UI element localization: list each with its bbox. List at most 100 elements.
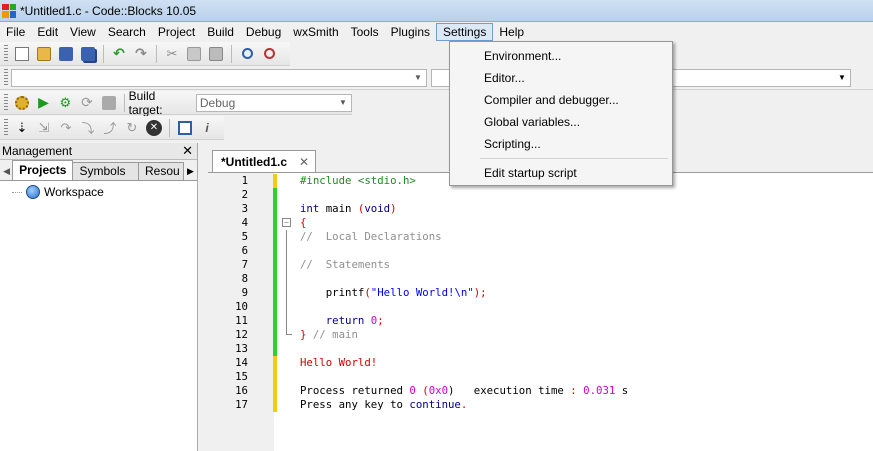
toolbar-separator [103,44,104,63]
menu-tools[interactable]: Tools [345,23,385,41]
build-target-label: Build target: [128,88,163,117]
fold-collapse-icon[interactable]: − [282,218,291,227]
next-line-icon: ↷ [60,119,72,135]
step-out-button[interactable]: ⤴ [99,118,121,138]
operator: . [460,398,468,411]
find-button[interactable] [236,44,258,64]
tree-connector [12,191,22,193]
debug-continue-button[interactable]: ⇣ [11,118,33,138]
tab-resources[interactable]: Resou [137,162,184,180]
copy-button[interactable] [183,44,205,64]
operator: ( [415,384,429,397]
menu-item-compiler-and-debugger[interactable]: Compiler and debugger... [452,89,670,111]
new-file-button[interactable] [11,44,33,64]
debug-info-button[interactable]: i [196,118,218,138]
change-marker [273,188,277,202]
step-into-icon: ⤵ [81,121,95,136]
toolbar-separator [123,93,125,112]
menu-search[interactable]: Search [102,23,152,41]
code-editor[interactable]: 1 #include <stdio.h> 2 3 int main (void) 4… [208,172,873,451]
run-button[interactable]: ▶ [33,93,55,113]
code-line: 8 [208,272,628,286]
tab-scroll-right-icon[interactable]: ▶ [184,162,197,180]
next-line-button[interactable]: ↷ [55,118,77,138]
step-into-button[interactable]: ⤵ [77,118,99,138]
code-completion-toolbar: ▼ ▼ [0,66,873,90]
fold-line [286,244,287,258]
toolbar-grip[interactable] [4,118,8,137]
change-marker [273,398,277,412]
menu-settings[interactable]: Settings [436,23,494,41]
workspace-label: Workspace [44,185,104,199]
stop-icon [101,95,116,110]
save-button[interactable] [55,44,77,64]
menu-bar: File Edit View Search Project Build Debu… [0,22,873,42]
code-line: 13 [208,342,628,356]
close-tab-icon[interactable]: ✕ [299,155,309,169]
code-lines: 1 #include <stdio.h> 2 3 int main (void) 4… [208,174,628,412]
fold-margin[interactable]: − [280,216,292,230]
menu-view[interactable]: View [64,23,102,41]
code-line: 3 int main (void) [208,202,628,216]
gear-icon [14,95,29,110]
tree-workspace[interactable]: Workspace [0,181,197,199]
close-icon[interactable]: ✕ [182,143,193,159]
keyword: continue [409,398,461,411]
menu-plugins[interactable]: Plugins [385,23,436,41]
open-file-button[interactable] [33,44,55,64]
toolbar-grip[interactable] [4,68,8,87]
build-run-icon: ⚙ [59,94,72,110]
menu-debug[interactable]: Debug [240,23,287,41]
stop-debugger-icon: ✕ [146,119,162,136]
line-number: 13 [235,342,248,355]
menu-wxsmith[interactable]: wxSmith [287,23,344,41]
build-and-run-button[interactable]: ⚙ [54,93,76,113]
code-line: 5 // Local Declarations [208,230,628,244]
fold-margin [280,342,292,356]
replace-icon [263,48,275,59]
redo-button[interactable]: ↷ [130,44,152,64]
menu-build[interactable]: Build [201,23,240,41]
change-marker [273,356,277,370]
menu-project[interactable]: Project [152,23,201,41]
build-button[interactable] [11,93,33,113]
menu-edit[interactable]: Edit [31,23,64,41]
menu-file[interactable]: File [0,23,31,41]
stop-debugger-button[interactable]: ✕ [143,118,165,138]
management-panel: Management ✕ ◀ Projects Symbols Resou ▶ … [0,143,198,451]
toolbar-grip[interactable] [4,93,8,112]
menu-item-environment[interactable]: Environment... [452,45,670,67]
menu-item-edit-startup-script[interactable]: Edit startup script [452,162,670,184]
abort-button[interactable] [98,93,120,113]
run-to-cursor-icon: ⇲ [38,119,50,135]
tab-symbols[interactable]: Symbols [72,162,139,180]
undo-button[interactable]: ↶ [108,44,130,64]
toolbar-grip[interactable] [4,44,8,63]
menu-item-scripting[interactable]: Scripting... [452,133,670,155]
cut-button[interactable]: ✂ [161,44,183,64]
build-target-combobox[interactable]: Debug ▼ [195,93,353,112]
fold-margin [280,314,292,328]
menu-item-global-variables[interactable]: Global variables... [452,111,670,133]
paste-button[interactable] [205,44,227,64]
replace-button[interactable] [258,44,280,64]
run-to-cursor-button[interactable]: ⇲ [33,118,55,138]
keyword: return [300,314,365,327]
open-folder-icon [37,46,51,61]
string-literal: "Hello World!\n" [370,286,474,299]
editor-tab-untitled1[interactable]: *Untitled1.c ✕ [212,150,317,172]
line-number: 12 [235,328,248,341]
change-marker [273,384,277,398]
menu-help[interactable]: Help [493,23,530,41]
next-instruction-button[interactable]: ↻ [121,118,143,138]
change-marker [273,328,277,342]
save-all-button[interactable] [77,44,99,64]
tab-projects[interactable]: Projects [12,160,74,180]
menu-item-editor[interactable]: Editor... [452,67,670,89]
scope-combobox[interactable]: ▼ [11,68,427,87]
rebuild-button[interactable]: ⟳ [76,93,98,113]
debug-windows-button[interactable] [174,118,196,138]
next-instruction-icon: ↻ [126,119,138,135]
